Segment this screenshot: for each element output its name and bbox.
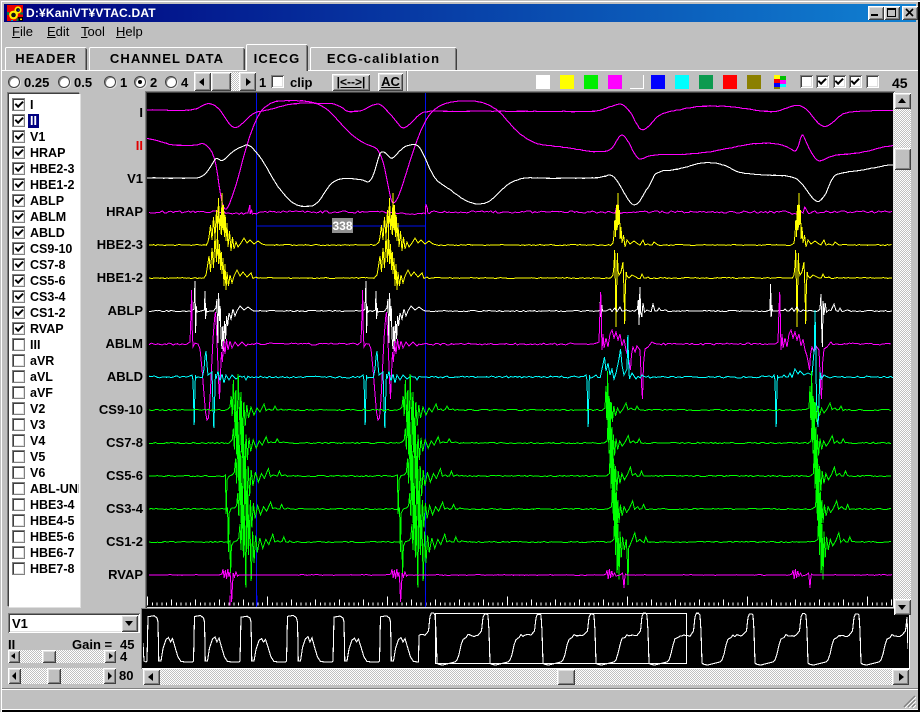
svg-text:338: 338 (332, 219, 352, 233)
